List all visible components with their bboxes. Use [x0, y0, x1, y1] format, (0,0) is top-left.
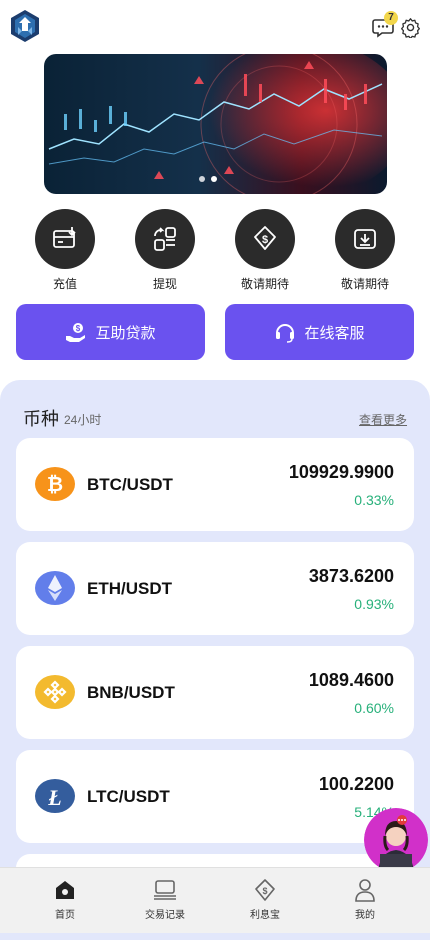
market-card-bnb[interactable]: BNB/USDT 1089.4600 0.60%: [16, 646, 414, 739]
market-subtitle: 24小时: [64, 413, 102, 427]
pair-name: LTC/USDT: [87, 787, 170, 806]
logo-icon[interactable]: [8, 9, 42, 43]
coming-soon-download-icon: [335, 209, 395, 269]
promo-banner[interactable]: [44, 54, 387, 194]
support-avatar[interactable]: [364, 808, 428, 872]
pair-name: BTC/USDT: [87, 475, 173, 494]
market-card-eth[interactable]: ETH/USDT 3873.6200 0.93%: [16, 542, 414, 635]
tab-label: 交易记录: [145, 910, 185, 921]
quick-action-label: 提现: [152, 277, 177, 291]
quick-action-withdraw[interactable]: 提现: [125, 209, 205, 292]
quick-action-label: 充值: [52, 277, 77, 291]
pair-change: 0.60%: [354, 700, 394, 716]
market-title: 币种: [23, 409, 59, 429]
tab-records[interactable]: 交易记录: [120, 878, 210, 921]
quick-action-label: 敬请期待: [240, 277, 289, 291]
market-card-ltc[interactable]: Ł LTC/USDT 100.2200 5.14%: [16, 750, 414, 843]
customer-service-label: 在线客服: [304, 324, 365, 342]
btc-icon: ₿: [35, 467, 75, 501]
svg-text:$: $: [76, 324, 81, 333]
bottom-tab-bar: 首页 交易记录 $ 利息宝 我的: [0, 867, 430, 933]
banner-image: [44, 54, 387, 194]
gear-icon[interactable]: [400, 17, 421, 38]
quick-action-deposit[interactable]: 充值: [25, 209, 105, 292]
customer-service-button[interactable]: 在线客服: [225, 304, 414, 360]
tab-label: 我的: [355, 910, 375, 921]
svg-text:Ł: Ł: [47, 785, 61, 810]
ltc-icon: Ł: [35, 779, 75, 813]
pagination-dot[interactable]: [199, 176, 205, 182]
loan-button[interactable]: $ 互助贷款: [16, 304, 205, 360]
svg-text:₿: ₿: [47, 474, 63, 496]
market-card-btc[interactable]: ₿ BTC/USDT 109929.9900 0.33%: [16, 438, 414, 531]
hand-money-icon: $: [66, 323, 86, 342]
pair-name: ETH/USDT: [87, 579, 172, 598]
pair-price: 100.2200: [318, 774, 394, 794]
deposit-icon: [35, 209, 95, 269]
pagination-dot-active[interactable]: [211, 176, 217, 182]
quick-action-label: 敬请期待: [340, 277, 389, 291]
records-icon: [120, 878, 210, 902]
message-count-badge: 7: [384, 11, 398, 25]
tab-interest[interactable]: $ 利息宝: [220, 878, 310, 921]
pair-price: 109929.9900: [288, 462, 394, 482]
pair-name: BNB/USDT: [87, 683, 175, 702]
tab-home[interactable]: 首页: [20, 878, 110, 921]
tab-label: 利息宝: [250, 910, 280, 921]
eth-icon: [35, 571, 75, 605]
tab-label: 首页: [55, 910, 75, 921]
withdraw-icon: [135, 209, 195, 269]
support-avatar-image: [364, 808, 428, 872]
quick-action-coming-soon-2[interactable]: 敬请期待: [325, 209, 405, 292]
top-bar: 7: [0, 0, 430, 54]
pair-change: 0.33%: [354, 492, 394, 508]
pair-price: 3873.6200: [308, 566, 394, 586]
svg-text:$: $: [262, 234, 268, 246]
home-icon: [20, 878, 110, 902]
loan-button-label: 互助贷款: [95, 324, 156, 342]
view-more-link[interactable]: 查看更多: [359, 411, 407, 428]
quick-action-coming-soon-1[interactable]: $ 敬请期待: [225, 209, 305, 292]
user-icon: [320, 878, 410, 902]
pair-price: 1089.4600: [308, 670, 394, 690]
coming-soon-dollar-icon: $: [235, 209, 295, 269]
bnb-icon: [35, 675, 75, 709]
headset-icon: [276, 324, 295, 343]
tab-profile[interactable]: 我的: [320, 878, 410, 921]
pair-change: 0.93%: [354, 596, 394, 612]
svg-text:$: $: [262, 886, 267, 896]
interest-icon: $: [220, 878, 310, 902]
